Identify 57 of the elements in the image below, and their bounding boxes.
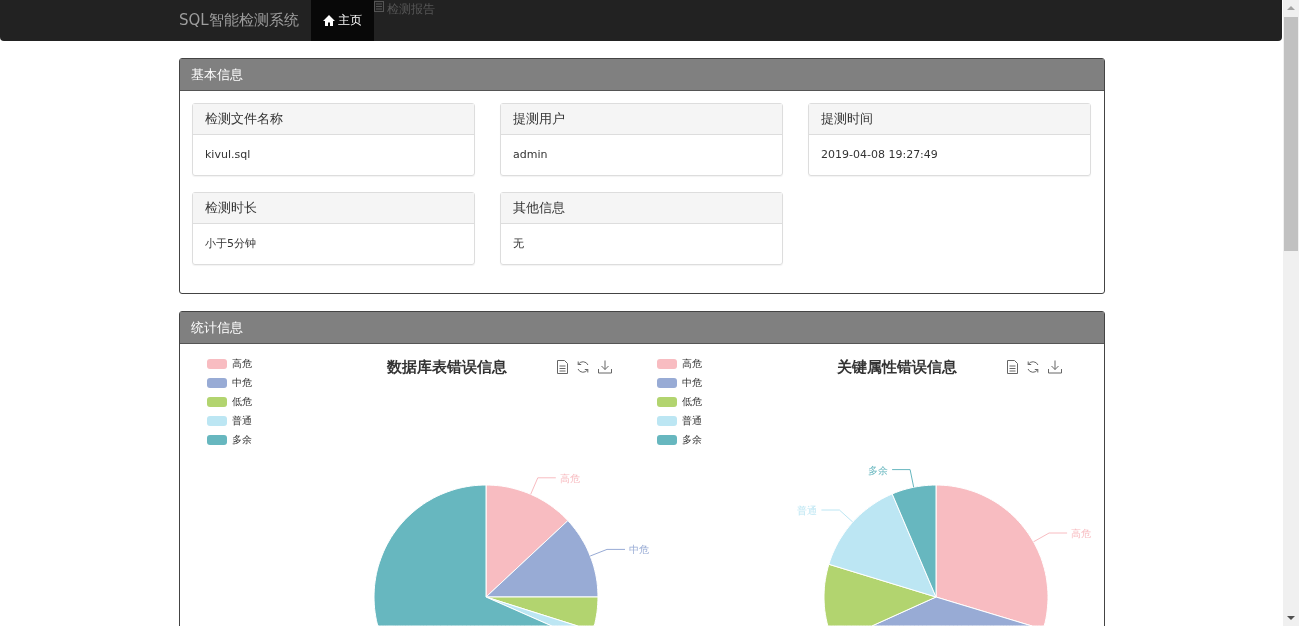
legend-item[interactable]: 普通 <box>207 414 347 428</box>
card-value: 小于5分钟 <box>204 236 257 252</box>
refresh-icon[interactable] <box>1026 360 1040 374</box>
chart-title: 关键属性错误信息 <box>836 358 958 377</box>
brand-title[interactable]: SQL智能检测系统 <box>167 0 311 41</box>
card-title: 其他信息 <box>501 193 782 224</box>
leader-line <box>1033 532 1068 543</box>
leader-line <box>891 469 915 488</box>
pie-slice[interactable] <box>935 484 1049 626</box>
legend-item[interactable]: 低危 <box>657 395 797 409</box>
leader-line <box>530 477 557 495</box>
legend-item[interactable]: 高危 <box>657 357 797 371</box>
home-icon <box>322 15 335 26</box>
scrollbar[interactable] <box>1283 0 1299 626</box>
slice-label: 中危 <box>628 544 649 556</box>
card-value: kivul.sql <box>204 147 252 163</box>
document-icon[interactable] <box>1007 360 1018 374</box>
card-value: admin <box>512 147 549 163</box>
panel-title: 统计信息 <box>180 312 1104 344</box>
pie-slice[interactable] <box>823 563 937 626</box>
nav-tab[interactable]: 主页 <box>310 0 374 41</box>
document-icon[interactable] <box>557 360 568 374</box>
card-value: 无 <box>512 236 525 252</box>
scroll-down-icon[interactable] <box>1287 616 1295 620</box>
legend-item[interactable]: 普通 <box>657 414 797 428</box>
legend-item[interactable]: 低危 <box>207 395 347 409</box>
card-title: 提测时间 <box>809 104 1090 135</box>
pie-slice[interactable] <box>485 596 599 626</box>
card-title: 检测文件名称 <box>193 104 474 135</box>
refresh-icon[interactable] <box>576 360 590 374</box>
pie-slice[interactable] <box>373 484 553 626</box>
pie-slice[interactable] <box>828 493 937 598</box>
scroll-up-icon[interactable] <box>1287 6 1295 10</box>
legend-item[interactable]: 多余 <box>657 433 797 447</box>
chart-title: 数据库表错误信息 <box>386 358 508 377</box>
pie-slice[interactable] <box>871 596 1033 626</box>
pie-slice[interactable] <box>485 484 569 598</box>
slice-label: 高危 <box>1071 528 1092 539</box>
card-title: 检测时长 <box>193 193 474 224</box>
card-title: 提测用户 <box>501 104 782 135</box>
scrollbar-thumb[interactable] <box>1284 17 1298 251</box>
slice-label: 普通 <box>797 505 818 516</box>
document-icon <box>373 1 384 12</box>
card-value: 2019-04-08 19:27:49 <box>820 147 939 163</box>
pie-slice[interactable] <box>485 520 599 598</box>
download-icon[interactable] <box>598 360 612 374</box>
legend-item[interactable]: 高危 <box>207 357 347 371</box>
leader-line <box>820 509 854 523</box>
download-icon[interactable] <box>1048 360 1062 374</box>
slice-label: 多余 <box>868 464 889 476</box>
legend-item[interactable]: 中危 <box>657 376 797 390</box>
pie-slice[interactable] <box>891 484 937 598</box>
panel-title: 基本信息 <box>180 59 1104 91</box>
legend-item[interactable]: 多余 <box>207 433 347 447</box>
slice-label: 高危 <box>559 472 580 484</box>
legend-item[interactable]: 中危 <box>207 376 347 390</box>
leader-line <box>589 548 626 557</box>
